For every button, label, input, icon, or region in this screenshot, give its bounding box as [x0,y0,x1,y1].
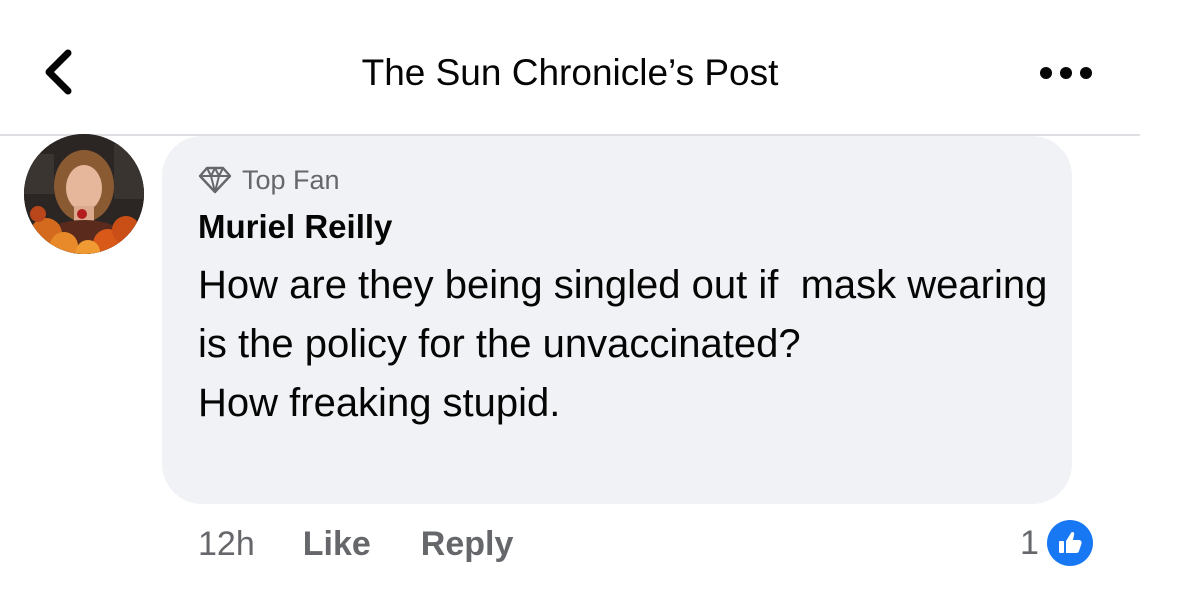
badge-label: Top Fan [242,164,340,195]
comment-text: How are they being singled out if mask w… [198,256,1048,433]
diamond-icon [198,166,232,194]
reaction-count: 1 [1020,523,1039,562]
comment-author[interactable]: Muriel Reilly [198,206,392,248]
thumbs-up-icon [1046,520,1093,566]
comment-line: How freaking stupid. [198,381,561,425]
like-button[interactable]: Like [303,525,371,564]
comment-line: How are they being singled out if mask w… [198,263,1059,366]
comment-actions: 12h Like Reply [198,522,563,566]
header-bar: The Sun Chronicle’s Post [0,0,1140,136]
profile-photo [24,134,144,254]
more-horizontal-icon [1040,67,1092,79]
page-title: The Sun Chronicle’s Post [361,52,779,93]
comment-timestamp[interactable]: 12h [198,525,255,564]
reaction-summary[interactable]: 1 [1020,518,1093,568]
comment-bubble: Top Fan Muriel Reilly How are they being… [162,136,1072,504]
comment-thread-page: The Sun Chronicle’s Post Top Fan Muriel … [0,0,1178,590]
avatar[interactable] [24,134,144,254]
top-fan-badge[interactable]: Top Fan [198,164,340,196]
reply-button[interactable]: Reply [421,525,514,564]
more-options-button[interactable] [1036,58,1096,88]
